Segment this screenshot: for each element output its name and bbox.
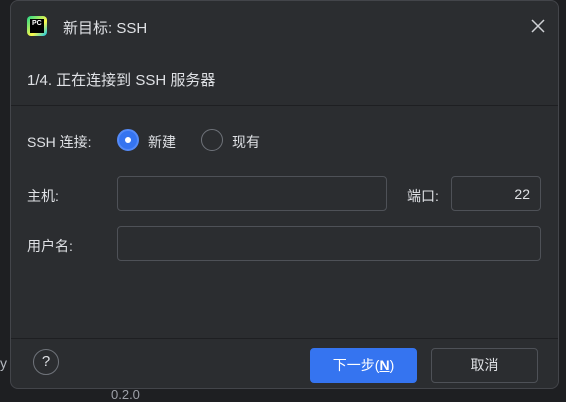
close-icon: [531, 19, 545, 33]
next-button[interactable]: 下一步(N): [310, 348, 417, 383]
form-content: SSH 连接: 新建 现有 主机: 端口: 用户名:: [11, 106, 558, 338]
radio-existing[interactable]: [201, 129, 223, 151]
step-header: 1/4. 正在连接到 SSH 服务器: [11, 51, 558, 106]
background-partial-text: y: [0, 355, 7, 371]
radio-selected-dot: [125, 137, 131, 143]
next-button-label: 下一步(: [332, 357, 380, 373]
dialog-footer: ? 下一步(N) 取消: [11, 338, 558, 388]
cancel-button-label: 取消: [470, 357, 499, 373]
pycharm-logo-icon: PC: [27, 16, 47, 36]
new-target-dialog: PC 新目标: SSH 1/4. 正在连接到 SSH 服务器 SSH 连接: 新…: [10, 0, 559, 389]
username-label: 用户名:: [27, 238, 73, 254]
cancel-button[interactable]: 取消: [431, 348, 538, 383]
dialog-titlebar: PC 新目标: SSH: [11, 1, 558, 51]
radio-new-label[interactable]: 新建: [148, 132, 176, 152]
host-input[interactable]: [117, 176, 387, 211]
app-logo-text: PC: [30, 19, 44, 33]
step-indicator: 1/4. 正在连接到 SSH 服务器: [27, 72, 216, 89]
help-icon: ?: [41, 353, 51, 370]
close-button[interactable]: [528, 16, 548, 36]
port-label: 端口:: [407, 188, 439, 204]
radio-existing-label[interactable]: 现有: [232, 132, 260, 152]
radio-new[interactable]: [117, 129, 139, 151]
next-button-suffix: ): [389, 357, 395, 373]
port-input[interactable]: [451, 176, 541, 211]
next-button-mnemonic: N: [379, 357, 390, 373]
host-label: 主机:: [27, 188, 59, 204]
username-input[interactable]: [117, 226, 541, 261]
dialog-title: 新目标: SSH: [63, 20, 148, 37]
help-button[interactable]: ?: [33, 349, 59, 375]
ssh-connection-label: SSH 连接:: [27, 134, 92, 150]
